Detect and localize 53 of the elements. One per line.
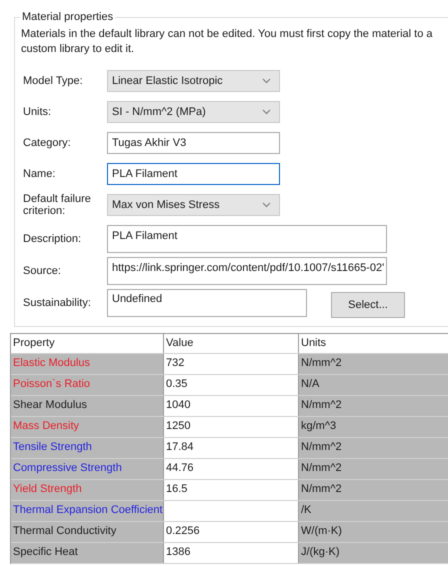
field-label: Description: [22, 233, 82, 245]
chevron-icon [262, 78, 271, 84]
field-label: Name: [22, 168, 56, 180]
group-title: Material properties [20, 11, 116, 23]
table-cell: Elastic Modulus [11, 354, 164, 374]
dropdown[interactable]: Max von Mises Stress [107, 194, 280, 216]
value-cell[interactable]: 16.5 [164, 480, 299, 500]
table-cell: Mass Density [11, 417, 164, 437]
table-cell: Specific Heat [11, 543, 164, 563]
field-label: Units: [22, 106, 52, 118]
table-cell: /K [299, 501, 448, 521]
input-field[interactable]: Undefined [107, 289, 307, 317]
info-text: Materials in the default library can not be edited. You must first copy the material to a custom library to edit it. [21, 27, 434, 57]
table-cell: N/mm^2 [299, 480, 448, 500]
table-cell: W/(m·K) [299, 522, 448, 542]
input-field[interactable]: PLA Filament [107, 225, 387, 253]
table-cell: N/mm^2 [299, 459, 448, 479]
table-cell: Thermal Conductivity [11, 522, 164, 542]
input-field[interactable]: https://link.springer.com/content/pdf/10.1007/s11665-02' [107, 257, 387, 285]
input-field[interactable]: PLA Filament [107, 163, 280, 185]
field-label: Default failure criterion: [22, 193, 92, 217]
field-label: Source: [22, 265, 62, 277]
table-cell: N/mm^2 [299, 396, 448, 416]
table-cell: N/mm^2 [299, 438, 448, 458]
field-label: Category: [22, 137, 72, 149]
value-cell[interactable]: 0.2256 [164, 522, 299, 542]
table-cell: Yield Strength [11, 480, 164, 500]
value-cell[interactable]: 17.84 [164, 438, 299, 458]
table-cell: Tensile Strength [11, 438, 164, 458]
value-cell[interactable]: 732 [164, 354, 299, 374]
dropdown[interactable]: SI - N/mm^2 (MPa) [107, 101, 280, 123]
table-cell: kg/m^3 [299, 417, 448, 437]
column-header[interactable]: Value [164, 334, 299, 353]
table-cell: J/(kg·K) [299, 543, 448, 563]
table-cell: N/mm^2 [299, 354, 448, 374]
value-cell[interactable]: 1386 [164, 543, 299, 563]
table-cell: N/A [299, 375, 448, 395]
input-field[interactable]: Tugas Akhir V3 [107, 132, 280, 154]
chevron-icon [262, 109, 271, 115]
table-cell: Compressive Strength [11, 459, 164, 479]
table-cell: Thermal Expansion Coefficient [11, 501, 164, 521]
select-button[interactable]: Select... [331, 292, 405, 318]
field-label: Sustainability: [22, 297, 92, 309]
field-label: Model Type: [22, 75, 84, 87]
value-cell[interactable]: 44.76 [164, 459, 299, 479]
table-cell: Poisson`s Ratio [11, 375, 164, 395]
dropdown[interactable]: Linear Elastic Isotropic [107, 70, 280, 92]
table-cell: Shear Modulus [11, 396, 164, 416]
value-cell[interactable]: 1040 [164, 396, 299, 416]
chevron-icon [262, 202, 271, 208]
column-header[interactable]: Units [299, 334, 448, 353]
value-cell[interactable]: 0.35 [164, 375, 299, 395]
value-cell[interactable]: 1250 [164, 417, 299, 437]
